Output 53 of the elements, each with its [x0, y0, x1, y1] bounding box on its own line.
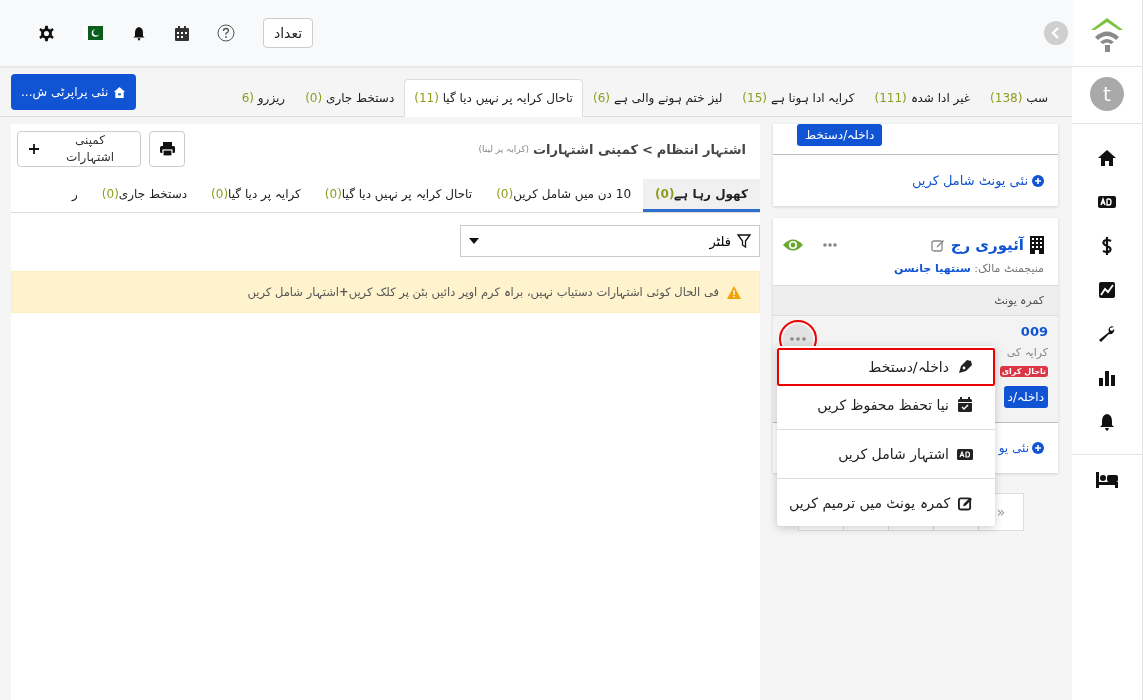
edit-icon[interactable]	[930, 238, 945, 252]
chart-icon[interactable]	[1097, 280, 1117, 300]
breadcrumb-note: (کرایہ پر لینا)	[478, 144, 529, 154]
breadcrumb-item[interactable]: کمپنی اشتہارات	[532, 141, 638, 157]
menu-item[interactable]: اشتہار شامل کریں	[777, 435, 995, 473]
pen-icon	[957, 359, 973, 375]
ellipsis-icon[interactable]	[823, 243, 837, 247]
caret-icon	[469, 238, 479, 244]
filter-dropdown[interactable]: فلٹر	[460, 225, 760, 257]
sign-in-button[interactable]: داخلہ/دستخط	[797, 124, 883, 146]
tab[interactable]: ر	[60, 179, 90, 212]
edit-icon	[958, 495, 973, 511]
breadcrumb-item[interactable]: اشتہار انتظام	[656, 141, 746, 157]
eye-icon[interactable]	[783, 238, 803, 252]
bar-chart-icon[interactable]	[1097, 368, 1117, 388]
plus-icon	[1032, 442, 1044, 454]
manager-name[interactable]: سنتھیا جانسن	[893, 262, 971, 275]
menu-item[interactable]: کمرہ یونٹ میں ترمیم کریں	[777, 484, 995, 522]
add-ads-button[interactable]: کمپنی اشتہارات	[17, 131, 141, 167]
manager-label: منیجمنٹ مالک:	[974, 262, 1044, 275]
unit-number[interactable]: 009	[1020, 324, 1048, 339]
bell-icon[interactable]	[131, 24, 147, 42]
unit-status: کرایہ کی	[1006, 346, 1048, 359]
flag-icon[interactable]	[83, 26, 103, 40]
printer-icon	[159, 142, 175, 156]
alert-message: فی الحال کوئی اشتہارات دستیاب نہیں، براہ کرم اوپر دائیں بٹن پر کلک کریں+اشتہار شامل کریں	[247, 285, 719, 299]
property-name[interactable]: آئیوری رج	[950, 236, 1024, 254]
bed-icon[interactable]	[1095, 471, 1119, 489]
ellipsis-icon	[790, 337, 806, 341]
status-badge: تاحال کرای	[999, 366, 1048, 377]
new-property-button[interactable]: نئی پراپرٹی ش...	[11, 74, 137, 110]
add-unit-link[interactable]: نئی یو	[998, 441, 1044, 455]
building-icon	[1030, 236, 1044, 254]
wrench-icon[interactable]	[1097, 324, 1117, 344]
calendar-check-icon	[957, 397, 973, 413]
section-header: کمرہ یونٹ	[773, 285, 1058, 316]
add-unit-link[interactable]: نئی یونٹ شامل کریں	[911, 173, 1044, 188]
plus-icon	[28, 143, 40, 155]
print-button[interactable]	[149, 131, 185, 167]
calendar-icon[interactable]	[175, 25, 189, 41]
count-button[interactable]: تعداد	[263, 18, 314, 48]
menu-item[interactable]: داخلہ/دستخط	[777, 348, 995, 386]
breadcrumb-item[interactable]: >	[641, 141, 653, 157]
ad-icon	[957, 446, 973, 462]
plus-icon	[1032, 174, 1044, 187]
help-icon[interactable]	[217, 24, 235, 42]
menu-item[interactable]: نیا تحفظ محفوظ کریں	[777, 386, 995, 424]
sign-in-button[interactable]: داخلہ/د	[1003, 386, 1048, 408]
settings-icon[interactable]	[38, 24, 55, 42]
warning-icon	[727, 285, 741, 299]
filter-icon	[737, 234, 751, 248]
home-icon[interactable]	[1097, 148, 1117, 168]
house-icon	[113, 85, 127, 99]
